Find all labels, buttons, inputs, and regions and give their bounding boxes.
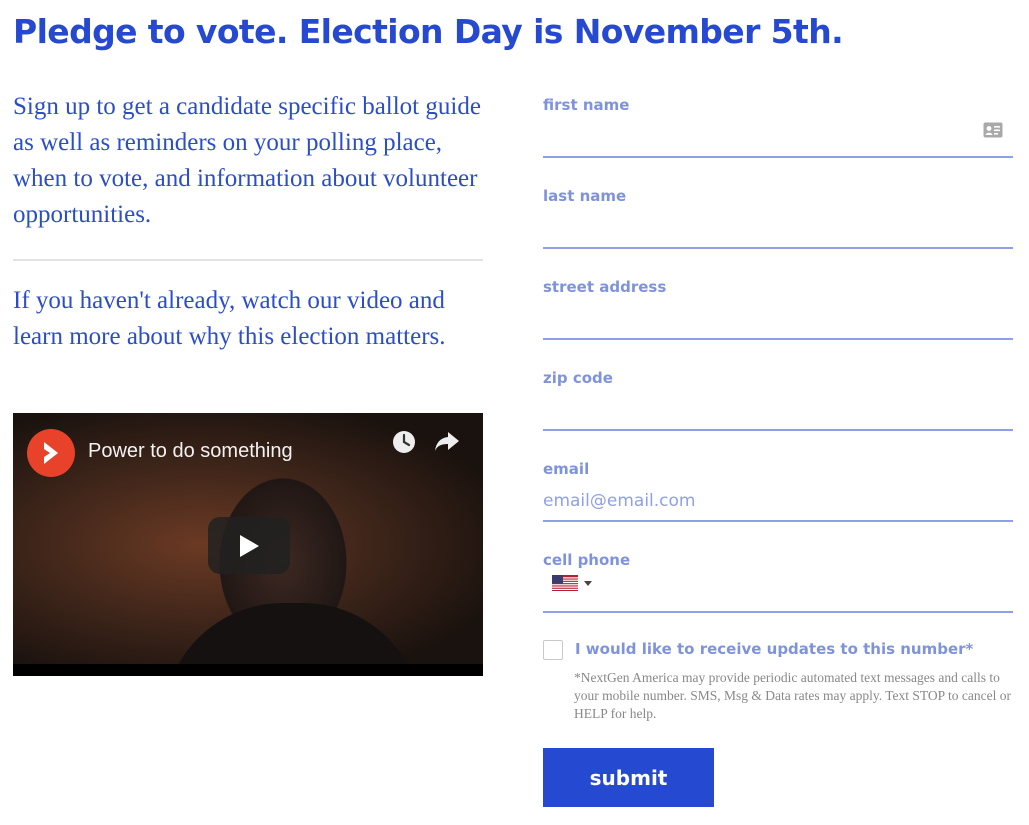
play-button[interactable] bbox=[208, 517, 290, 574]
street-address-field: street address bbox=[543, 278, 1013, 340]
first-name-field: first name bbox=[543, 96, 1013, 158]
chevron-down-icon bbox=[584, 580, 592, 586]
zip-code-label: zip code bbox=[543, 369, 613, 387]
divider bbox=[13, 259, 483, 261]
first-name-label: first name bbox=[543, 96, 630, 114]
last-name-input[interactable] bbox=[543, 209, 1013, 249]
share-icon[interactable] bbox=[433, 429, 461, 460]
intro-text: Sign up to get a candidate specific ball… bbox=[13, 93, 481, 228]
zip-code-input[interactable] bbox=[543, 391, 1013, 431]
street-address-input[interactable] bbox=[543, 300, 1013, 340]
channel-logo[interactable] bbox=[27, 429, 75, 477]
cell-phone-label: cell phone bbox=[543, 551, 631, 569]
watch-later-icon[interactable] bbox=[391, 429, 417, 460]
cell-phone-field: cell phone bbox=[543, 551, 1013, 613]
video-title[interactable]: Power to do something bbox=[88, 440, 293, 463]
last-name-label: last name bbox=[543, 187, 627, 205]
video-letterbox bbox=[13, 664, 483, 676]
video-intro-text: If you haven't already, watch our video … bbox=[13, 287, 446, 350]
cell-phone-input[interactable] bbox=[543, 573, 1013, 613]
email-label: email bbox=[543, 460, 590, 478]
zip-code-field: zip code bbox=[543, 369, 1013, 431]
sms-optin-checkbox[interactable] bbox=[543, 640, 563, 660]
contact-card-icon[interactable] bbox=[983, 122, 1003, 143]
first-name-input[interactable] bbox=[543, 118, 1013, 158]
page-headline: Pledge to vote. Election Day is November… bbox=[13, 12, 844, 51]
sms-optin-label[interactable]: I would like to receive updates to this … bbox=[575, 640, 973, 658]
street-address-label: street address bbox=[543, 278, 667, 296]
submit-button[interactable]: submit bbox=[543, 748, 714, 807]
video-player[interactable]: Power to do something bbox=[13, 413, 483, 676]
us-flag-icon bbox=[552, 575, 578, 591]
email-input[interactable] bbox=[543, 482, 1013, 522]
play-icon bbox=[240, 534, 259, 557]
sms-disclaimer: *NextGen America may provide periodic au… bbox=[574, 670, 1011, 721]
email-field: email bbox=[543, 460, 1013, 522]
last-name-field: last name bbox=[543, 187, 1013, 249]
country-code-select[interactable] bbox=[552, 575, 592, 591]
